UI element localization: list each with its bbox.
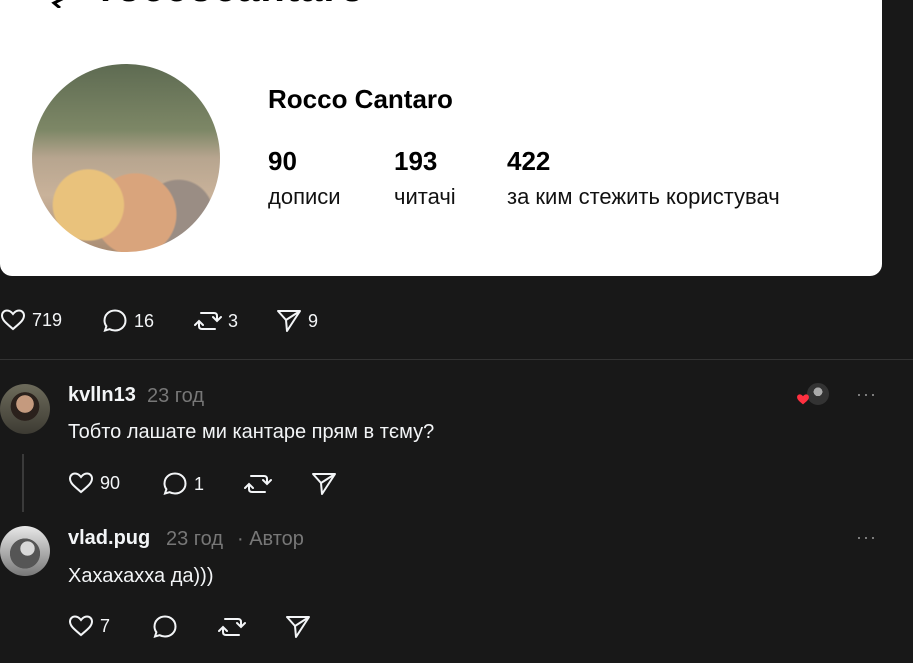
repost-icon: [194, 312, 222, 330]
heart-icon: [0, 309, 26, 331]
comment-like-count: 7: [100, 615, 111, 636]
repost-icon: [218, 618, 246, 636]
comment-time: 23 год: [147, 385, 205, 407]
comment-avatar[interactable]: [0, 384, 50, 434]
stat-following-value: 422: [507, 146, 551, 176]
more-options-button[interactable]: ···: [856, 527, 877, 548]
profile-name: Rocco Cantaro: [268, 84, 453, 114]
more-options-button[interactable]: ···: [856, 384, 877, 405]
header-title: roccocantaro: [100, 0, 365, 11]
comment-like-count: 90: [100, 472, 121, 493]
thread-line: [22, 454, 24, 512]
author-liked-indicator: [796, 382, 830, 408]
comment-icon: [103, 309, 127, 332]
comment-avatar[interactable]: [0, 526, 50, 576]
post-like-button[interactable]: 719: [0, 308, 62, 332]
post-like-count: 719: [32, 309, 63, 330]
divider: [0, 359, 913, 360]
comment-like-button[interactable]: 90: [68, 471, 120, 495]
back-arrow-icon[interactable]: [48, 0, 70, 8]
comment-reply-button[interactable]: 1: [162, 471, 204, 497]
stat-posts-value: 90: [268, 146, 297, 176]
post-comment-count: 16: [134, 310, 155, 331]
comment-reply-button[interactable]: [152, 614, 178, 640]
post-share-button[interactable]: 9: [276, 308, 318, 334]
stat-following-label: за ким стежить користувач: [507, 184, 780, 209]
comment-text: Хахахахха да))): [68, 565, 214, 587]
send-icon: [312, 473, 336, 495]
post-comment-button[interactable]: 16: [102, 308, 154, 334]
send-icon: [286, 616, 310, 638]
stat-followers-label: читачі: [394, 184, 456, 209]
comment-repost-button[interactable]: [244, 471, 272, 497]
comment-username[interactable]: kvlln13: [68, 384, 136, 407]
comment-like-button[interactable]: 7: [68, 614, 110, 638]
comment-text: Тобто лашате ми кантаре прям в тєму?: [68, 421, 435, 443]
profile-card: Rocco Cantaro 90 дописи 193 читачі 422 з…: [0, 0, 882, 276]
comment-icon: [153, 615, 177, 638]
send-icon: [277, 310, 301, 332]
heart-icon: [68, 472, 94, 494]
stat-followers-value: 193: [394, 146, 438, 176]
heart-filled-icon: [797, 394, 809, 405]
comment-reply-count: 1: [194, 473, 205, 494]
comment-icon: [163, 472, 187, 495]
post-repost-button[interactable]: 3: [194, 308, 238, 334]
repost-icon: [244, 475, 272, 493]
comment-share-button[interactable]: [311, 471, 337, 497]
comment-time: 23 год: [166, 528, 224, 550]
comment-username[interactable]: vlad.pug: [68, 527, 150, 550]
comment-share-button[interactable]: [285, 614, 311, 640]
heart-icon: [68, 615, 94, 637]
comment-repost-button[interactable]: [218, 614, 246, 640]
post-share-count: 9: [308, 310, 319, 331]
profile-avatar[interactable]: [32, 64, 220, 252]
author-badge: · Автор: [237, 528, 304, 550]
stat-posts-label: дописи: [268, 184, 341, 209]
post-repost-count: 3: [228, 310, 239, 331]
